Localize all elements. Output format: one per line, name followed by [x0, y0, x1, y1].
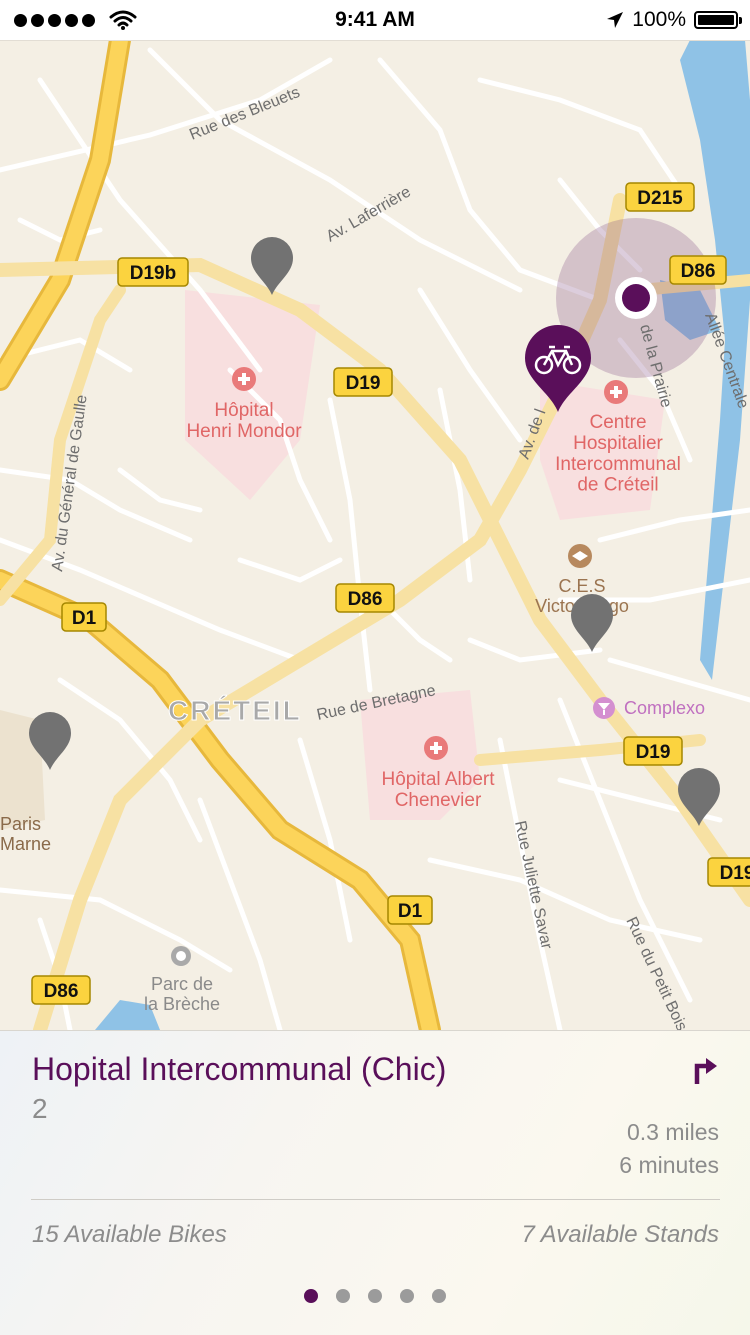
svg-text:D86: D86 — [681, 261, 716, 282]
svg-text:D19: D19 — [346, 373, 381, 394]
park-icon — [171, 946, 191, 966]
station-card[interactable]: Hopital Intercommunal (Chic) 2 0.3 miles… — [0, 1030, 750, 1335]
available-stands: 7 Available Stands — [521, 1221, 719, 1248]
road-badge: D1 — [61, 602, 107, 632]
road-badge: D86 — [31, 975, 91, 1005]
hospital-icon — [604, 380, 628, 404]
page-dot-active[interactable] — [304, 1289, 318, 1303]
svg-text:D1: D1 — [72, 608, 97, 629]
svg-text:D19b: D19b — [130, 263, 176, 284]
current-location-dot — [622, 284, 650, 312]
road-badge: D19 — [333, 367, 393, 397]
battery-icon — [694, 11, 742, 29]
road-badge: D19 — [707, 857, 750, 887]
page-dot[interactable] — [432, 1289, 446, 1303]
svg-text:D86: D86 — [44, 981, 79, 1002]
page-dot[interactable] — [336, 1289, 350, 1303]
svg-text:D215: D215 — [637, 188, 683, 209]
road-badge: D86 — [669, 255, 727, 285]
page-dot[interactable] — [368, 1289, 382, 1303]
station-name: Hopital Intercommunal (Chic) — [32, 1051, 447, 1087]
city-label: CRÉTEIL — [168, 695, 302, 726]
battery-percent: 100% — [632, 8, 686, 31]
road-badge: D86 — [335, 583, 395, 613]
station-number: 2 — [32, 1093, 48, 1124]
place-label-parc: Parc de la Brèche — [144, 974, 220, 1014]
svg-text:D1: D1 — [398, 901, 423, 922]
place-label-hopital-chenevier: Hôpital Albert Chenevier — [381, 769, 495, 811]
distance: 0.3 miles — [626, 1119, 719, 1145]
cocktail-icon — [593, 697, 615, 719]
svg-text:D86: D86 — [348, 589, 383, 610]
hospital-icon — [424, 736, 448, 760]
location-arrow-icon — [607, 12, 624, 28]
road-badge: D215 — [625, 182, 695, 212]
road-badge: D19b — [117, 257, 189, 287]
page-dot[interactable] — [400, 1289, 414, 1303]
walk-duration: 6 minutes — [619, 1152, 719, 1178]
turn-right-arrow-icon — [694, 1058, 717, 1084]
status-right: 100% — [606, 0, 742, 40]
page-indicator[interactable] — [0, 1289, 750, 1303]
place-label-complexo: Complexo — [624, 698, 705, 718]
directions-button[interactable] — [690, 1053, 720, 1087]
map-view[interactable]: D215 D86 D19b D19 D1 D86 D19 D1 D86 D19 … — [0, 40, 750, 1030]
school-icon — [568, 544, 592, 568]
svg-text:D19: D19 — [720, 863, 750, 884]
hospital-icon — [232, 367, 256, 391]
road-badge: D19 — [623, 736, 683, 766]
map-canvas[interactable]: D215 D86 D19b D19 D1 D86 D19 D1 D86 D19 … — [0, 40, 750, 1030]
status-bar: 9:41 AM 100% — [0, 0, 750, 41]
divider — [31, 1199, 720, 1200]
available-bikes: 15 Available Bikes — [32, 1221, 227, 1248]
road-badge: D1 — [387, 895, 433, 925]
svg-text:D19: D19 — [636, 742, 671, 763]
